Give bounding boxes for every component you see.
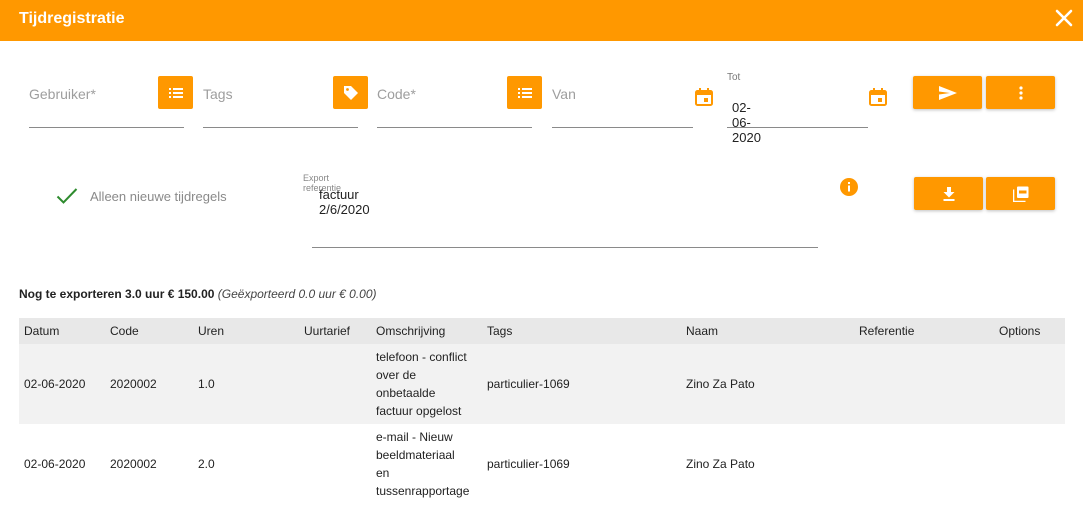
send-button[interactable] [913, 76, 982, 109]
header-options: Options [994, 318, 1065, 344]
omschrijving-line: e-mail - Nieuw [376, 430, 453, 444]
header-tags[interactable]: Tags [482, 318, 681, 344]
table-row[interactable]: 02-06-2020 2020002 2.0 e-mail - Nieuw be… [19, 424, 1065, 504]
van-placeholder: Van [552, 86, 576, 102]
header-uren[interactable]: Uren [193, 318, 299, 344]
cell-datum: 02-06-2020 [19, 344, 105, 424]
tags-button[interactable] [333, 76, 368, 109]
gebruiker-list-button[interactable] [158, 76, 193, 109]
cell-referentie [854, 424, 994, 504]
omschrijving-line: en [376, 466, 390, 480]
omschrijving-line: tussenrapportage [376, 484, 470, 498]
gebruiker-placeholder: Gebruiker* [29, 86, 96, 102]
cell-omschrijving: e-mail - Nieuw beeldmateriaal en tussenr… [371, 424, 482, 504]
cell-naam: Zino Za Pato [681, 424, 854, 504]
cell-uren: 1.0 [193, 344, 299, 424]
list-icon [517, 87, 532, 98]
header-code[interactable]: Code [105, 318, 193, 344]
omschrijving-line: beeldmateriaal [376, 448, 455, 462]
export-referentie-value: factuur 2/6/2020 [319, 187, 370, 217]
window-title: Tijdregistratie [19, 10, 125, 27]
cell-datum: 02-06-2020 [19, 424, 105, 504]
summary-sub: (Geëxporteerd 0.0 uur € 0.00) [217, 287, 377, 301]
alleen-nieuwe-label: Alleen nieuwe tijdregels [90, 188, 227, 204]
omschrijving-line: over de [376, 368, 417, 382]
alleen-nieuwe-checkbox[interactable]: Alleen nieuwe tijdregels [56, 187, 227, 205]
close-icon[interactable] [1054, 8, 1074, 28]
more-options-button[interactable] [986, 76, 1055, 109]
cell-uurtarief [299, 344, 371, 424]
code-placeholder: Code* [377, 86, 416, 102]
cell-omschrijving: telefoon - conflict over de onbetaalde f… [371, 344, 482, 424]
cell-options [994, 344, 1065, 424]
tot-value: 02-06-2020 [732, 100, 761, 145]
cell-tags: particulier-1069 [482, 344, 681, 424]
header-uurtarief[interactable]: Uurtarief [299, 318, 371, 344]
cell-code: 2020002 [105, 344, 193, 424]
omschrijving-line: factuur opgelost [376, 404, 462, 418]
cell-code: 2020002 [105, 424, 193, 504]
header-referentie[interactable]: Referentie [854, 318, 994, 344]
checkmark-icon [56, 188, 78, 204]
info-icon[interactable] [839, 177, 859, 197]
table-row[interactable]: 02-06-2020 2020002 1.0 telefoon - confli… [19, 344, 1065, 424]
more-vert-icon [1018, 85, 1023, 100]
title-bar: Tijdregistratie [0, 0, 1083, 41]
cell-tags: particulier-1069 [482, 424, 681, 504]
header-datum[interactable]: Datum [19, 318, 105, 344]
cell-naam: Zino Za Pato [681, 344, 854, 424]
cell-uurtarief [299, 424, 371, 504]
tag-icon [343, 85, 358, 100]
van-calendar-icon[interactable] [694, 87, 714, 107]
code-list-button[interactable] [507, 76, 542, 109]
header-omschrijving[interactable]: Omschrijving [371, 318, 482, 344]
tags-placeholder: Tags [203, 86, 233, 102]
pdf-export-button[interactable] [986, 177, 1055, 210]
export-summary: Nog te exporteren 3.0 uur € 150.00 (Geëx… [19, 287, 377, 301]
tot-calendar-icon[interactable] [868, 87, 888, 107]
download-button[interactable] [914, 177, 983, 210]
pdf-icon [1012, 186, 1028, 202]
download-icon [943, 186, 954, 201]
send-icon [938, 85, 957, 100]
omschrijving-line: onbetaalde [376, 386, 436, 400]
table-header-row: Datum Code Uren Uurtarief Omschrijving T… [19, 318, 1065, 344]
omschrijving-line: telefoon - conflict [376, 350, 467, 364]
summary-main: Nog te exporteren 3.0 uur € 150.00 [19, 287, 215, 301]
time-entries-table: Datum Code Uren Uurtarief Omschrijving T… [19, 318, 1065, 504]
cell-options [994, 424, 1065, 504]
list-icon [168, 87, 183, 98]
header-naam[interactable]: Naam [681, 318, 854, 344]
cell-uren: 2.0 [193, 424, 299, 504]
tot-label: Tot [727, 72, 741, 83]
cell-referentie [854, 344, 994, 424]
